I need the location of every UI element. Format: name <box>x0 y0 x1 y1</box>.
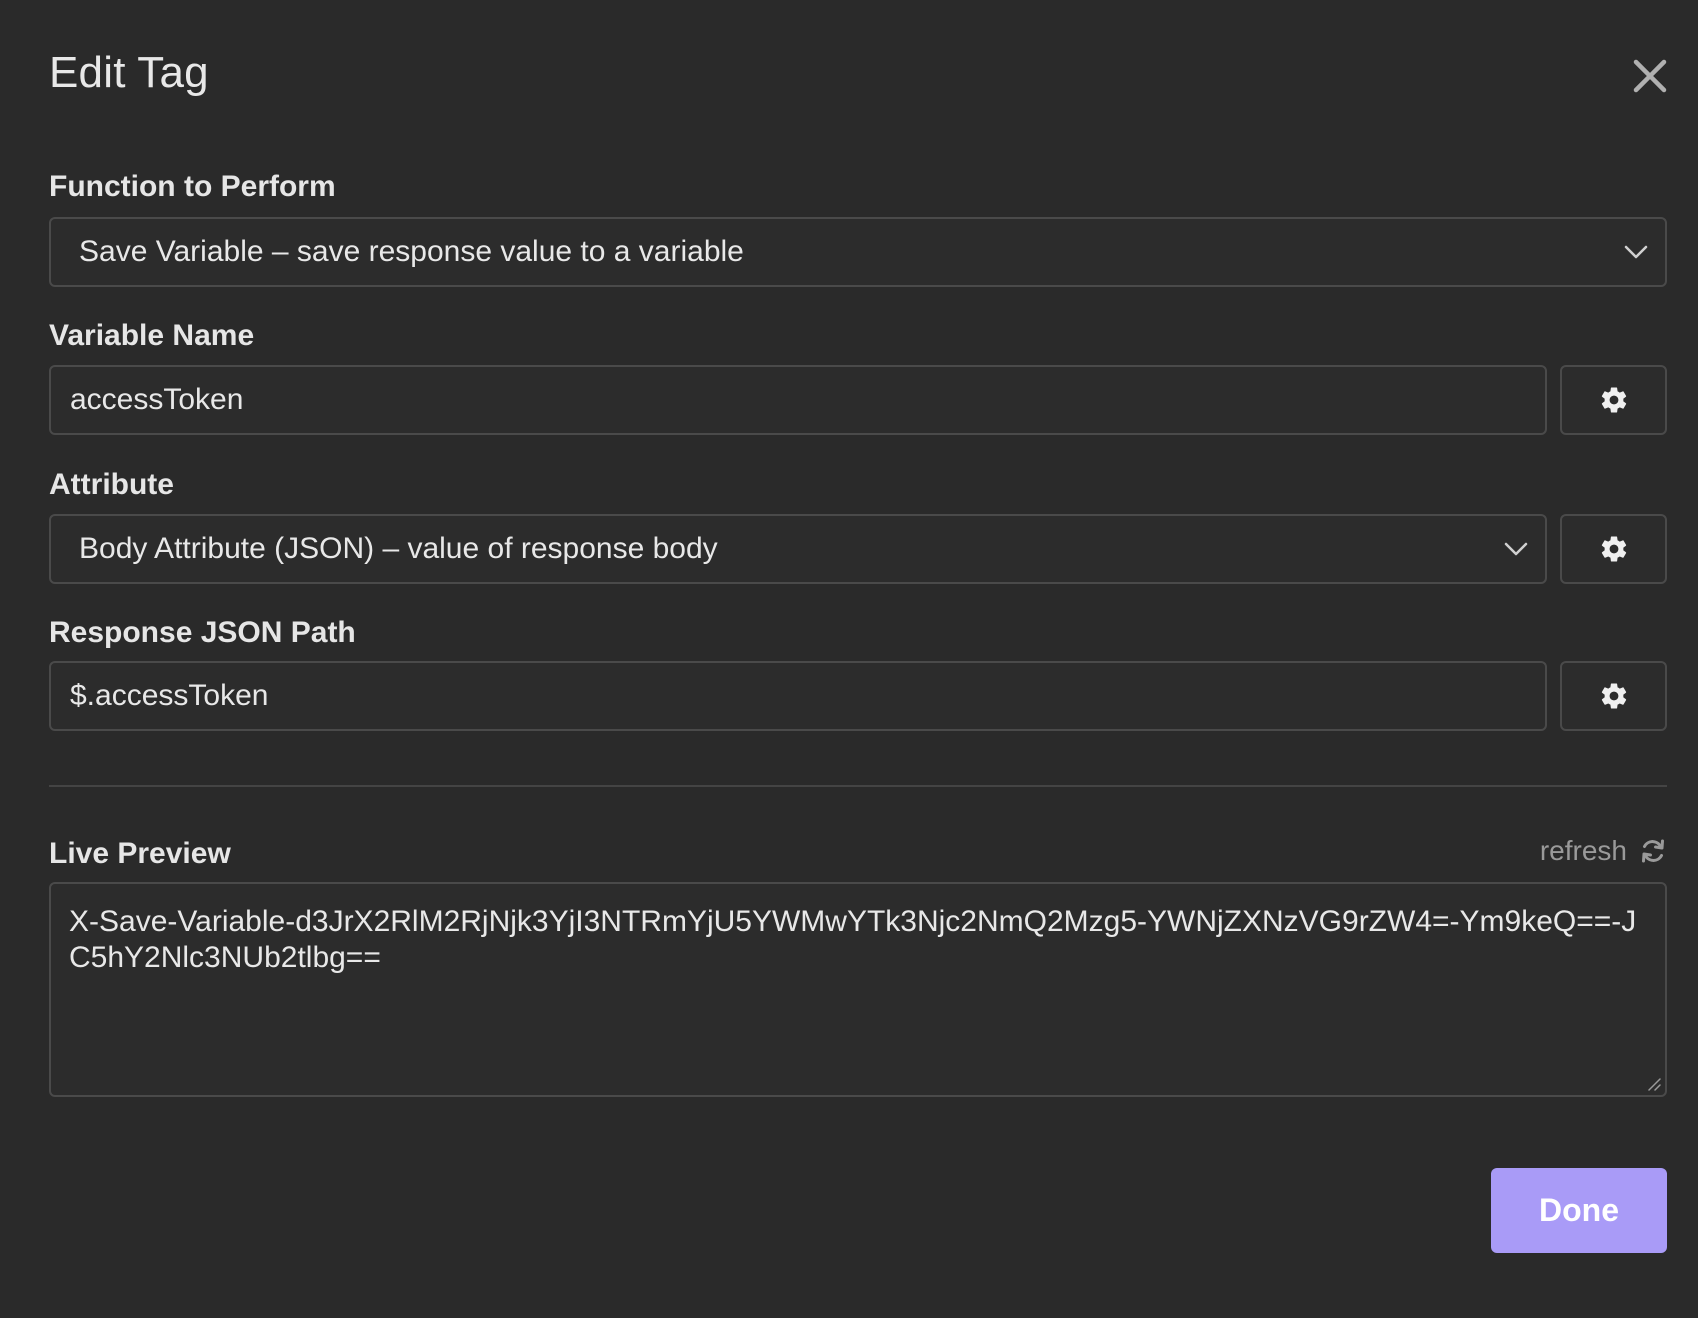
live-preview-value: X-Save-Variable-d3JrX2RlM2RjNjk3YjI3NTRm… <box>69 905 1637 974</box>
dialog-title: Edit Tag <box>49 48 209 97</box>
gear-icon <box>1601 536 1626 562</box>
done-button[interactable]: Done <box>1491 1168 1667 1253</box>
variable-name-value: accessToken <box>70 383 244 416</box>
refresh-button[interactable]: refresh <box>1540 835 1667 867</box>
function-to-perform-label: Function to Perform <box>49 170 336 203</box>
attribute-label: Attribute <box>49 468 174 501</box>
variable-name-input[interactable]: accessToken <box>49 365 1547 435</box>
live-preview-textarea[interactable]: X-Save-Variable-d3JrX2RlM2RjNjk3YjI3NTRm… <box>49 882 1667 1097</box>
attribute-select[interactable]: Body Attribute (JSON) – value of respons… <box>49 514 1547 584</box>
resize-handle-icon[interactable] <box>1646 1076 1662 1092</box>
live-preview-label: Live Preview <box>49 837 231 870</box>
refresh-label: refresh <box>1539 835 1627 866</box>
chevron-down-icon <box>1503 541 1529 557</box>
close-icon[interactable] <box>1628 54 1672 98</box>
chevron-down-icon <box>1623 244 1649 260</box>
variable-name-settings-button[interactable] <box>1560 365 1667 435</box>
attribute-value: Body Attribute (JSON) – value of respons… <box>79 532 718 565</box>
function-to-perform-select[interactable]: Save Variable – save response value to a… <box>49 217 1667 287</box>
section-divider <box>49 785 1667 787</box>
response-json-path-input[interactable]: $.accessToken <box>49 661 1547 731</box>
response-json-path-settings-button[interactable] <box>1560 661 1667 731</box>
refresh-icon <box>1642 839 1664 863</box>
edit-tag-dialog: Edit Tag Function to Perform Save Variab… <box>0 0 1698 1318</box>
response-json-path-value: $.accessToken <box>70 679 269 712</box>
gear-icon <box>1601 387 1626 413</box>
function-to-perform-value: Save Variable – save response value to a… <box>79 235 744 268</box>
response-json-path-label: Response JSON Path <box>49 616 356 649</box>
gear-icon <box>1601 683 1626 709</box>
attribute-settings-button[interactable] <box>1560 514 1667 584</box>
variable-name-label: Variable Name <box>49 319 255 352</box>
